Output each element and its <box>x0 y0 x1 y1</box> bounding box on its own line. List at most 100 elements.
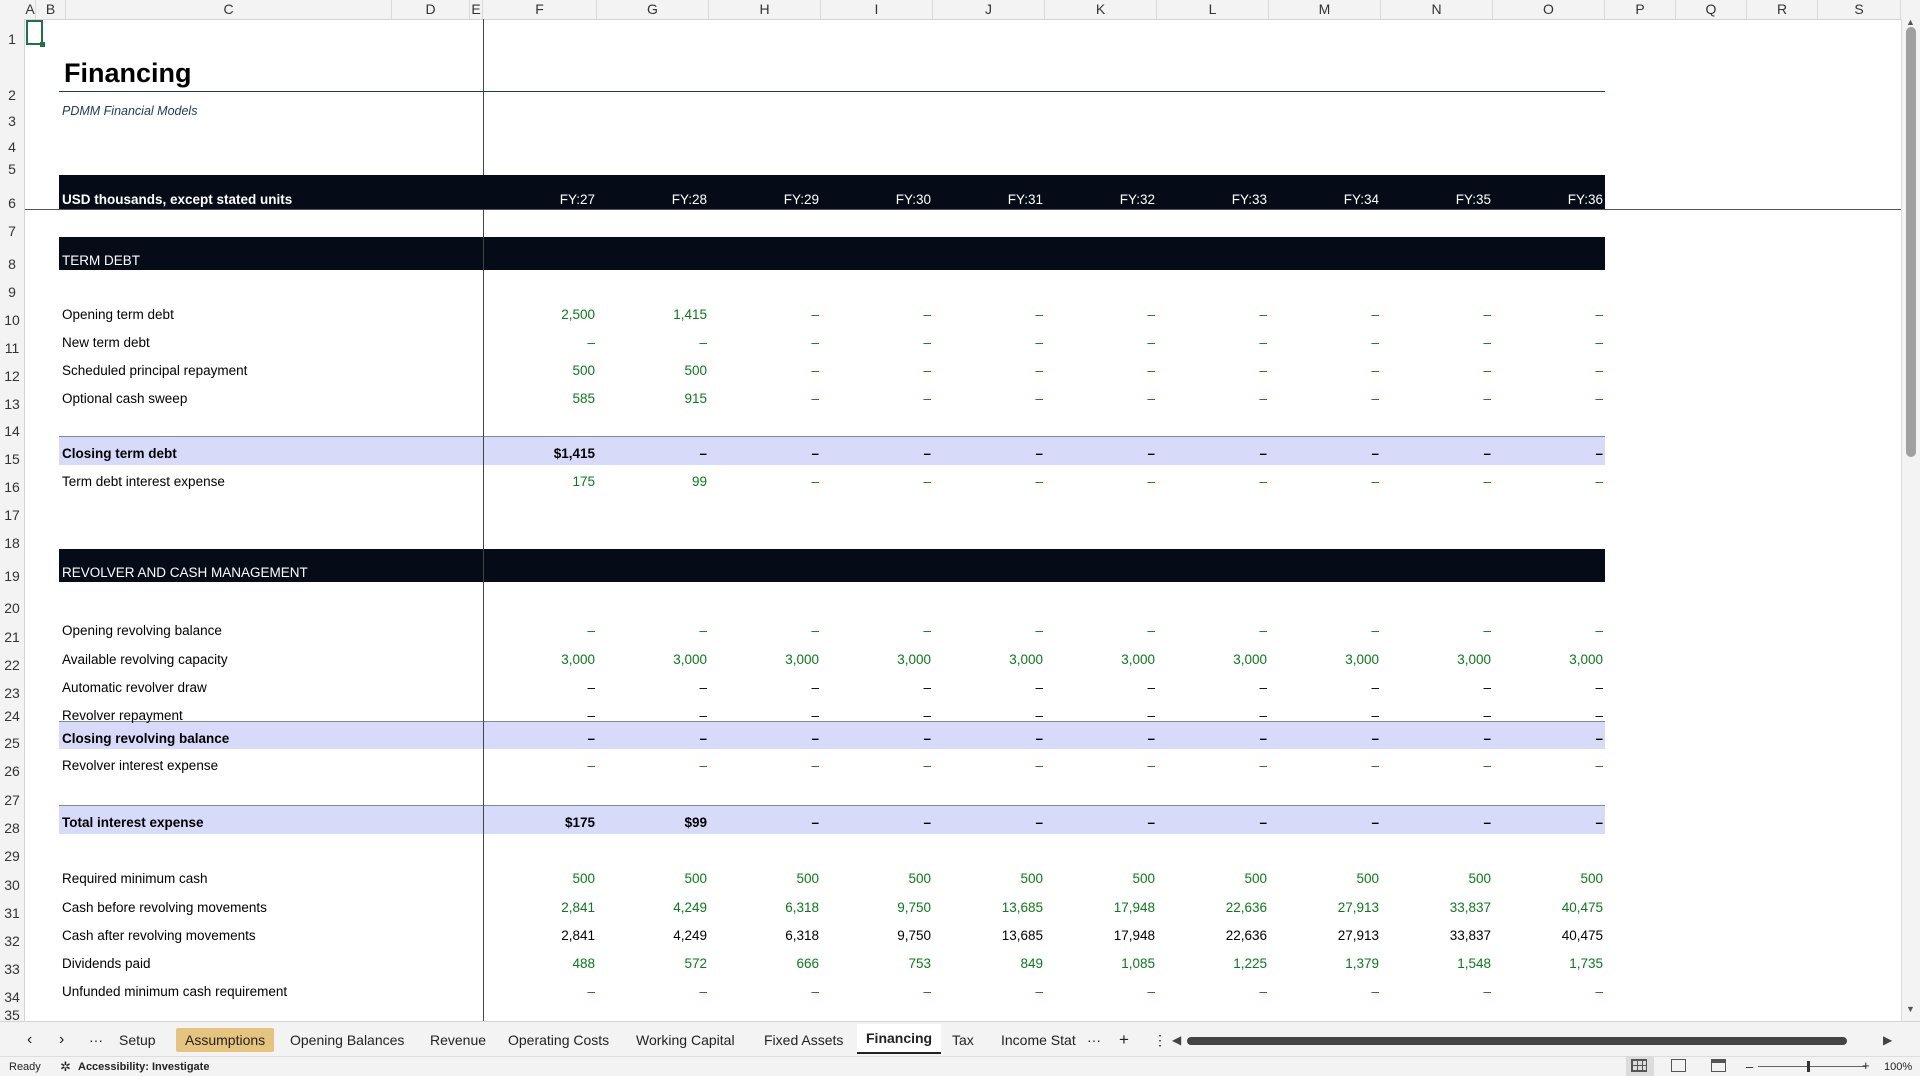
value-cell[interactable]: 13,685 <box>943 928 1043 943</box>
value-cell[interactable]: – <box>495 758 595 773</box>
value-cell[interactable]: – <box>1167 391 1267 406</box>
value-cell[interactable]: 6,318 <box>719 928 819 943</box>
value-cell[interactable]: – <box>943 307 1043 322</box>
value-cell[interactable]: – <box>1391 680 1491 695</box>
value-cell[interactable]: – <box>1503 446 1603 461</box>
row-header-20[interactable]: 20 <box>0 582 25 616</box>
value-cell[interactable]: – <box>943 335 1043 350</box>
value-cell[interactable]: 1,735 <box>1503 956 1603 971</box>
value-cell[interactable]: 3,000 <box>1391 652 1491 667</box>
row-header-16[interactable]: 16 <box>0 465 25 495</box>
value-cell[interactable]: – <box>831 391 931 406</box>
value-cell[interactable]: 22,636 <box>1167 928 1267 943</box>
column-header-a[interactable]: A <box>25 0 36 19</box>
row-header-9[interactable]: 9 <box>0 270 25 300</box>
value-cell[interactable]: – <box>1391 984 1491 999</box>
value-cell[interactable]: 33,837 <box>1391 900 1491 915</box>
value-cell[interactable]: – <box>1391 758 1491 773</box>
value-cell[interactable]: 3,000 <box>943 652 1043 667</box>
value-cell[interactable]: – <box>607 335 707 350</box>
hscroll-left-icon[interactable]: ◀ <box>1172 1033 1181 1047</box>
value-cell[interactable]: 3,000 <box>719 652 819 667</box>
value-cell[interactable]: – <box>1279 758 1379 773</box>
line-label[interactable]: Closing term debt <box>62 446 177 461</box>
add-sheet-button[interactable]: + <box>1110 1028 1138 1052</box>
column-header-o[interactable]: O <box>1493 0 1605 19</box>
tab-revenue[interactable]: Revenue <box>421 1028 495 1052</box>
column-header-n[interactable]: N <box>1381 0 1493 19</box>
line-label[interactable]: New term debt <box>62 335 150 350</box>
value-cell[interactable]: – <box>1279 446 1379 461</box>
value-cell[interactable]: – <box>719 758 819 773</box>
value-cell[interactable]: – <box>1055 623 1155 638</box>
zoom-slider[interactable] <box>1758 1066 1866 1067</box>
column-header-g[interactable]: G <box>597 0 709 19</box>
scroll-down-icon[interactable]: ▼ <box>1906 1004 1915 1014</box>
value-cell[interactable]: – <box>831 984 931 999</box>
value-cell[interactable]: – <box>1391 335 1491 350</box>
row-header-24[interactable]: 24 <box>0 699 25 724</box>
value-cell[interactable]: 666 <box>719 956 819 971</box>
value-cell[interactable]: – <box>1055 758 1155 773</box>
value-cell[interactable]: – <box>1503 363 1603 378</box>
value-cell[interactable]: – <box>1055 335 1155 350</box>
value-cell[interactable]: – <box>1055 363 1155 378</box>
column-header-q[interactable]: Q <box>1676 0 1747 19</box>
line-label[interactable]: Scheduled principal repayment <box>62 363 247 378</box>
tab-assumptions[interactable]: Assumptions <box>176 1028 275 1052</box>
value-cell[interactable]: – <box>831 335 931 350</box>
line-label[interactable]: Closing revolving balance <box>62 731 229 746</box>
value-cell[interactable]: – <box>1167 623 1267 638</box>
value-cell[interactable]: – <box>1279 984 1379 999</box>
column-header-e[interactable]: E <box>470 0 483 19</box>
value-cell[interactable]: – <box>1167 984 1267 999</box>
accessibility-icon[interactable]: ✲ <box>60 1059 71 1075</box>
value-cell[interactable]: 500 <box>607 871 707 886</box>
value-cell[interactable]: – <box>1391 731 1491 746</box>
fill-handle[interactable] <box>40 42 45 47</box>
value-cell[interactable]: 3,000 <box>1279 652 1379 667</box>
value-cell[interactable]: 500 <box>1167 871 1267 886</box>
value-cell[interactable]: – <box>1391 446 1491 461</box>
line-label[interactable]: Opening revolving balance <box>62 623 222 638</box>
row-header-35[interactable]: 35 <box>0 1003 25 1023</box>
value-cell[interactable]: – <box>607 984 707 999</box>
value-cell[interactable]: – <box>1279 731 1379 746</box>
value-cell[interactable]: – <box>943 731 1043 746</box>
value-cell[interactable]: – <box>1503 623 1603 638</box>
tab-setup[interactable]: Setup <box>110 1028 165 1052</box>
value-cell[interactable]: – <box>719 731 819 746</box>
row-header-31[interactable]: 31 <box>0 891 25 921</box>
value-cell[interactable]: 572 <box>607 956 707 971</box>
value-cell[interactable]: – <box>1055 680 1155 695</box>
value-cell[interactable]: – <box>831 731 931 746</box>
value-cell[interactable]: – <box>1391 815 1491 830</box>
row-header-23[interactable]: 23 <box>0 671 25 701</box>
value-cell[interactable]: – <box>1055 474 1155 489</box>
value-cell[interactable]: – <box>495 984 595 999</box>
value-cell[interactable]: – <box>1503 335 1603 350</box>
value-cell[interactable]: – <box>1503 731 1603 746</box>
value-cell[interactable]: – <box>1391 474 1491 489</box>
value-cell[interactable]: 2,841 <box>495 928 595 943</box>
line-label[interactable]: Unfunded minimum cash requirement <box>62 984 287 999</box>
value-cell[interactable]: 99 <box>607 474 707 489</box>
line-label[interactable]: Cash after revolving movements <box>62 928 256 943</box>
value-cell[interactable]: – <box>1503 680 1603 695</box>
value-cell[interactable]: 33,837 <box>1391 928 1491 943</box>
value-cell[interactable]: – <box>719 474 819 489</box>
row-header-25[interactable]: 25 <box>0 722 25 751</box>
page-layout-view-icon[interactable] <box>1671 1059 1686 1072</box>
value-cell[interactable]: – <box>1279 708 1379 723</box>
value-cell[interactable]: – <box>1391 623 1491 638</box>
row-header-22[interactable]: 22 <box>0 643 25 673</box>
value-cell[interactable]: 175 <box>495 474 595 489</box>
line-label[interactable]: Available revolving capacity <box>62 652 228 667</box>
value-cell[interactable]: – <box>719 815 819 830</box>
column-header-c[interactable]: C <box>66 0 392 19</box>
value-cell[interactable]: – <box>719 680 819 695</box>
value-cell[interactable]: – <box>943 623 1043 638</box>
value-cell[interactable]: 13,685 <box>943 900 1043 915</box>
value-cell[interactable]: – <box>495 708 595 723</box>
row-header-28[interactable]: 28 <box>0 806 25 836</box>
